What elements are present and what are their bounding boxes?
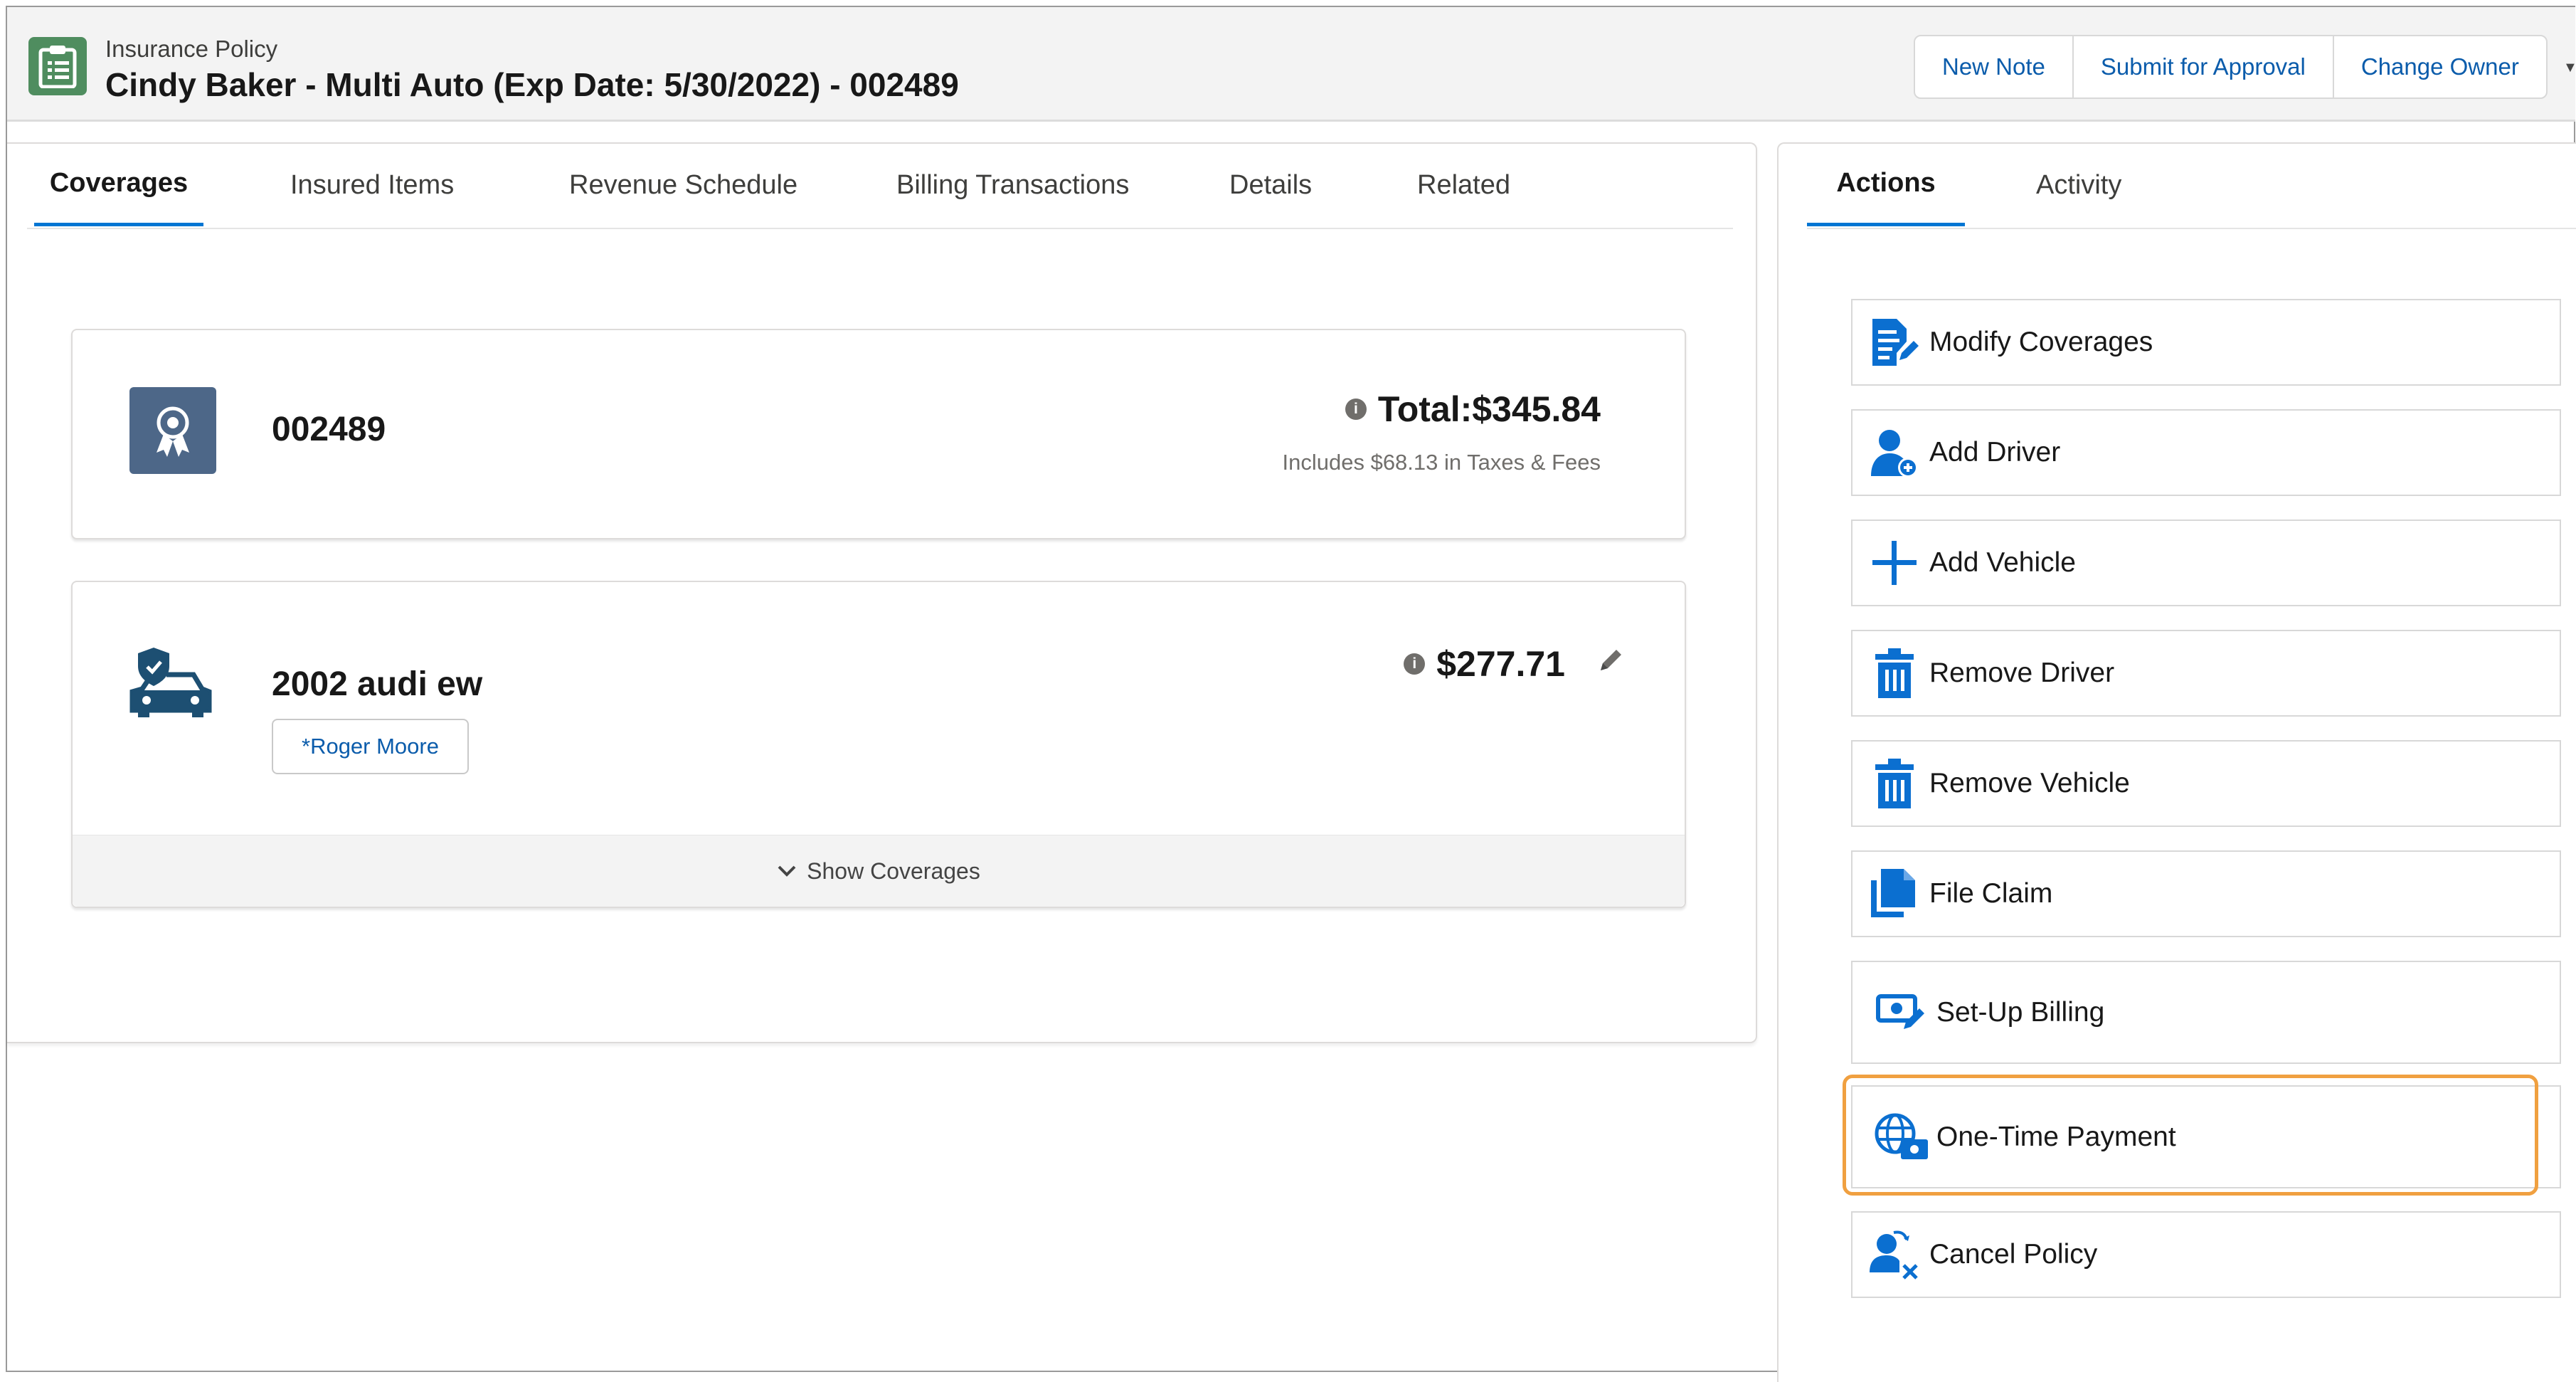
- tab-details[interactable]: Details: [1229, 144, 1312, 226]
- show-coverages-toggle[interactable]: Show Coverages: [73, 835, 1685, 907]
- action-add-vehicle[interactable]: Add Vehicle: [1851, 519, 2561, 606]
- policy-record-icon: [28, 37, 87, 95]
- record-tabs: Coverages Insured Items Revenue Schedule…: [27, 144, 1733, 229]
- edit-document-icon: [1867, 315, 1922, 370]
- billing-icon: [1874, 985, 1929, 1040]
- show-coverages-label: Show Coverages: [807, 858, 980, 884]
- action-file-claim[interactable]: File Claim: [1851, 850, 2561, 937]
- action-label: Remove Driver: [1929, 658, 2115, 688]
- action-cancel-policy[interactable]: Cancel Policy: [1851, 1211, 2561, 1298]
- tab-billing-transactions[interactable]: Billing Transactions: [896, 144, 1129, 226]
- record-type-label: Insurance Policy: [105, 36, 278, 62]
- action-label: Remove Vehicle: [1929, 768, 2130, 798]
- car-shield-icon: [129, 645, 213, 722]
- taxes-fees-note: Includes $68.13 in Taxes & Fees: [1282, 450, 1601, 475]
- chevron-down-icon: [778, 865, 796, 877]
- tab-activity[interactable]: Activity: [2036, 144, 2121, 226]
- change-owner-button[interactable]: Change Owner: [2334, 36, 2546, 97]
- submit-for-approval-button[interactable]: Submit for Approval: [2074, 36, 2334, 97]
- action-label: Cancel Policy: [1929, 1239, 2098, 1270]
- action-label: Add Vehicle: [1929, 547, 2076, 578]
- tab-coverages[interactable]: Coverages: [34, 144, 203, 226]
- tab-related[interactable]: Related: [1417, 144, 1510, 226]
- action-set-up-billing[interactable]: Set-Up Billing: [1851, 961, 2561, 1064]
- tab-revenue-schedule[interactable]: Revenue Schedule: [569, 144, 797, 226]
- header-button-group: New Note Submit for Approval Change Owne…: [1914, 35, 2548, 99]
- action-modify-coverages[interactable]: Modify Coverages: [1851, 299, 2561, 386]
- vehicle-coverage-card: 2002 audi ew *Roger Moore i $277.71 Show…: [71, 581, 1686, 908]
- policy-total: i Total:$345.84: [1345, 389, 1601, 430]
- coverages-panel: Coverages Insured Items Revenue Schedule…: [7, 142, 1757, 1043]
- action-label: Add Driver: [1929, 437, 2061, 468]
- plus-icon: [1867, 535, 1922, 591]
- action-remove-vehicle[interactable]: Remove Vehicle: [1851, 740, 2561, 827]
- policy-number: 002489: [272, 411, 386, 448]
- vehicle-price: i $277.71: [1404, 643, 1565, 685]
- page-title: Cindy Baker - Multi Auto (Exp Date: 5/30…: [105, 66, 959, 103]
- policy-badge-icon: [129, 387, 216, 474]
- policy-summary-card: 002489 i Total:$345.84 Includes $68.13 i…: [71, 329, 1686, 539]
- info-icon[interactable]: i: [1345, 399, 1367, 420]
- action-label: Set-Up Billing: [1936, 996, 2105, 1028]
- edit-pencil-icon[interactable]: [1596, 646, 1625, 678]
- vehicle-price-value: $277.71: [1436, 644, 1565, 684]
- action-label: File Claim: [1929, 878, 2053, 909]
- add-person-icon: [1867, 425, 1922, 480]
- tab-insured-items[interactable]: Insured Items: [290, 144, 454, 226]
- action-label: Modify Coverages: [1929, 327, 2153, 357]
- remove-person-icon: [1867, 1227, 1922, 1282]
- trash-icon: [1867, 756, 1922, 811]
- file-copy-icon: [1867, 866, 1922, 922]
- new-note-button[interactable]: New Note: [1915, 36, 2074, 97]
- action-remove-driver[interactable]: Remove Driver: [1851, 630, 2561, 717]
- trash-icon: [1867, 645, 1922, 701]
- info-icon[interactable]: i: [1404, 653, 1426, 675]
- driver-pill[interactable]: *Roger Moore: [272, 719, 469, 774]
- policy-total-value: Total:$345.84: [1377, 389, 1601, 429]
- record-header: Insurance Policy Cindy Baker - Multi Aut…: [7, 7, 2576, 122]
- tab-actions[interactable]: Actions: [1807, 144, 1965, 226]
- actions-tabs: Actions Activity: [1807, 144, 2576, 229]
- vehicle-name: 2002 audi ew: [272, 665, 483, 703]
- highlight-outline: [1843, 1075, 2538, 1196]
- action-add-driver[interactable]: Add Driver: [1851, 409, 2561, 496]
- more-actions-chevron-icon[interactable]: ▼: [2563, 60, 2576, 76]
